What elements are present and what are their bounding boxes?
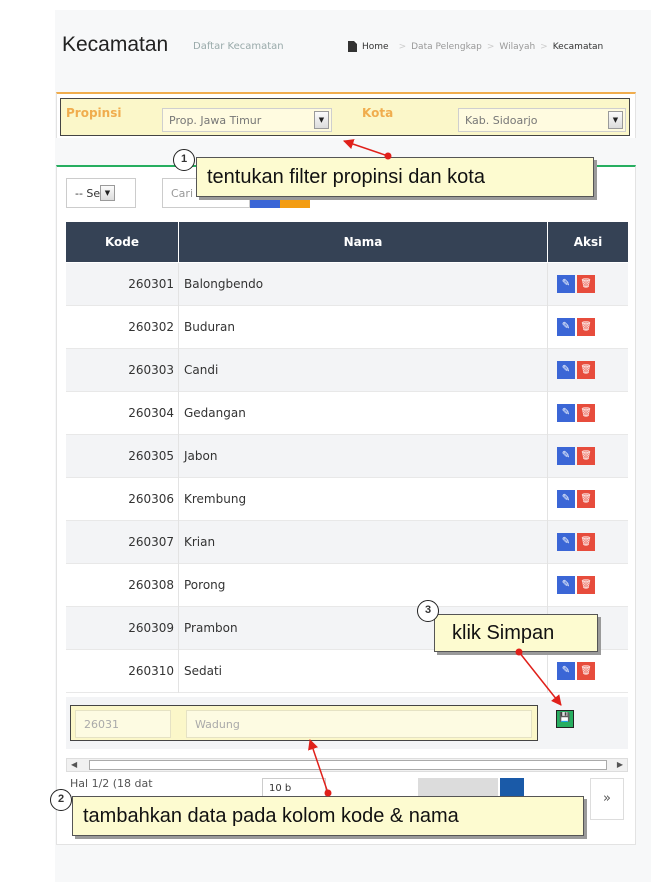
column-header-aksi: Aksi	[548, 222, 628, 262]
breadcrumb-separator: >	[398, 41, 407, 52]
table-row[interactable]: 260307 Krian ✎ 🗑	[66, 521, 628, 564]
kota-select-value: Kab. Sidoarjo	[465, 114, 538, 127]
chevron-down-icon[interactable]: ▼	[608, 111, 623, 129]
pager-info: Hal 1/2 (18 dat	[70, 777, 153, 790]
cell-kode: 260310	[128, 664, 174, 678]
callout-filter-text: tentukan filter propinsi dan kota	[207, 166, 485, 188]
delete-button[interactable]: 🗑	[577, 318, 595, 336]
chevron-down-icon[interactable]: ▼	[314, 111, 329, 129]
breadcrumb-item-wilayah[interactable]: Wilayah	[499, 42, 535, 52]
edit-button[interactable]: ✎	[557, 275, 575, 293]
new-kode-input[interactable]: 26031	[75, 710, 171, 738]
table-row[interactable]: 260308 Porong ✎ 🗑	[66, 564, 628, 607]
cell-kode: 260303	[128, 363, 174, 377]
table-row[interactable]: 260302 Buduran ✎ 🗑	[66, 306, 628, 349]
callout-add-data-text: tambahkan data pada kolom kode & nama	[83, 805, 459, 827]
delete-button[interactable]: 🗑	[577, 404, 595, 422]
edit-button[interactable]: ✎	[557, 361, 575, 379]
chevron-down-icon[interactable]: ▼	[100, 185, 115, 201]
page-subtitle: Daftar Kecamatan	[193, 41, 284, 52]
delete-button[interactable]: 🗑	[577, 490, 595, 508]
horizontal-scrollbar[interactable]: ◀ ▶	[66, 758, 628, 772]
cell-kode: 260304	[128, 406, 174, 420]
breadcrumb-item-data-pelengkap[interactable]: Data Pelengkap	[411, 42, 482, 52]
propinsi-select-value: Prop. Jawa Timur	[169, 114, 262, 127]
cell-kode: 260302	[128, 320, 174, 334]
edit-button[interactable]: ✎	[557, 533, 575, 551]
callout-number-1: 1	[173, 149, 195, 171]
cell-nama: Candi	[184, 363, 219, 377]
kota-label: Kota	[362, 106, 394, 120]
edit-button[interactable]: ✎	[557, 404, 575, 422]
pager-next-button[interactable]: »	[590, 778, 624, 820]
cell-kode: 260301	[128, 277, 174, 291]
cell-nama: Buduran	[184, 320, 235, 334]
save-button[interactable]: 💾	[556, 710, 574, 728]
cell-kode: 260309	[128, 621, 174, 635]
breadcrumb-separator: >	[486, 41, 495, 52]
table-row[interactable]: 260305 Jabon ✎ 🗑	[66, 435, 628, 478]
edit-button[interactable]: ✎	[557, 490, 575, 508]
edit-button[interactable]: ✎	[557, 318, 575, 336]
propinsi-label: Propinsi	[66, 106, 122, 120]
table-row[interactable]: 260310 Sedati ✎ 🗑	[66, 650, 628, 693]
cell-nama: Krian	[184, 535, 216, 549]
cell-kode: 260306	[128, 492, 174, 506]
breadcrumb-item-kecamatan: Kecamatan	[552, 41, 604, 52]
page-title: Kecamatan	[62, 33, 169, 56]
delete-button[interactable]: 🗑	[577, 576, 595, 594]
cell-kode: 260308	[128, 578, 174, 592]
callout-number-3: 3	[417, 600, 439, 622]
edit-button[interactable]: ✎	[557, 662, 575, 680]
cell-nama: Porong	[184, 578, 226, 592]
propinsi-select[interactable]: Prop. Jawa Timur ▼	[162, 108, 332, 132]
kota-select[interactable]: Kab. Sidoarjo ▼	[458, 108, 626, 132]
cell-nama: Prambon	[184, 621, 238, 635]
edit-button[interactable]: ✎	[557, 576, 575, 594]
table-row[interactable]: 260304 Gedangan ✎ 🗑	[66, 392, 628, 435]
table-row[interactable]: 260303 Candi ✎ 🗑	[66, 349, 628, 392]
file-icon	[348, 41, 357, 52]
cell-nama: Krembung	[184, 492, 247, 506]
cell-kode: 260305	[128, 449, 174, 463]
cell-nama: Balongbendo	[184, 277, 264, 291]
callout-filter: tentukan filter propinsi dan kota	[196, 157, 594, 197]
delete-button[interactable]: 🗑	[577, 275, 595, 293]
breadcrumb: Home > Data Pelengkap > Wilayah > Kecama…	[348, 41, 603, 52]
cell-nama: Jabon	[184, 449, 218, 463]
callout-add-data: tambahkan data pada kolom kode & nama	[72, 796, 584, 836]
scrollbar-thumb[interactable]	[89, 760, 607, 770]
scroll-right-icon[interactable]: ▶	[617, 759, 623, 771]
delete-button[interactable]: 🗑	[577, 533, 595, 551]
delete-button[interactable]: 🗑	[577, 662, 595, 680]
column-header-nama: Nama	[179, 222, 547, 262]
delete-button[interactable]: 🗑	[577, 361, 595, 379]
table-row[interactable]: 260306 Krembung ✎ 🗑	[66, 478, 628, 521]
breadcrumb-home[interactable]: Home	[362, 42, 389, 52]
column-header-kode: Kode	[66, 222, 178, 262]
scroll-left-icon[interactable]: ◀	[71, 759, 77, 771]
delete-button[interactable]: 🗑	[577, 447, 595, 465]
rows-select-value: -- Se	[75, 187, 101, 200]
breadcrumb-separator: >	[540, 41, 548, 52]
callout-save-text: klik Simpan	[452, 622, 555, 644]
rows-per-page-select[interactable]: -- Se ▼	[66, 178, 136, 208]
edit-button[interactable]: ✎	[557, 447, 575, 465]
cell-nama: Sedati	[184, 664, 223, 678]
new-nama-input[interactable]: Wadung	[186, 710, 532, 738]
cell-kode: 260307	[128, 535, 174, 549]
callout-save: klik Simpan	[434, 614, 598, 652]
callout-number-2: 2	[50, 789, 72, 811]
table-row[interactable]: 260301 Balongbendo ✎ 🗑	[66, 263, 628, 306]
cell-nama: Gedangan	[184, 406, 246, 420]
